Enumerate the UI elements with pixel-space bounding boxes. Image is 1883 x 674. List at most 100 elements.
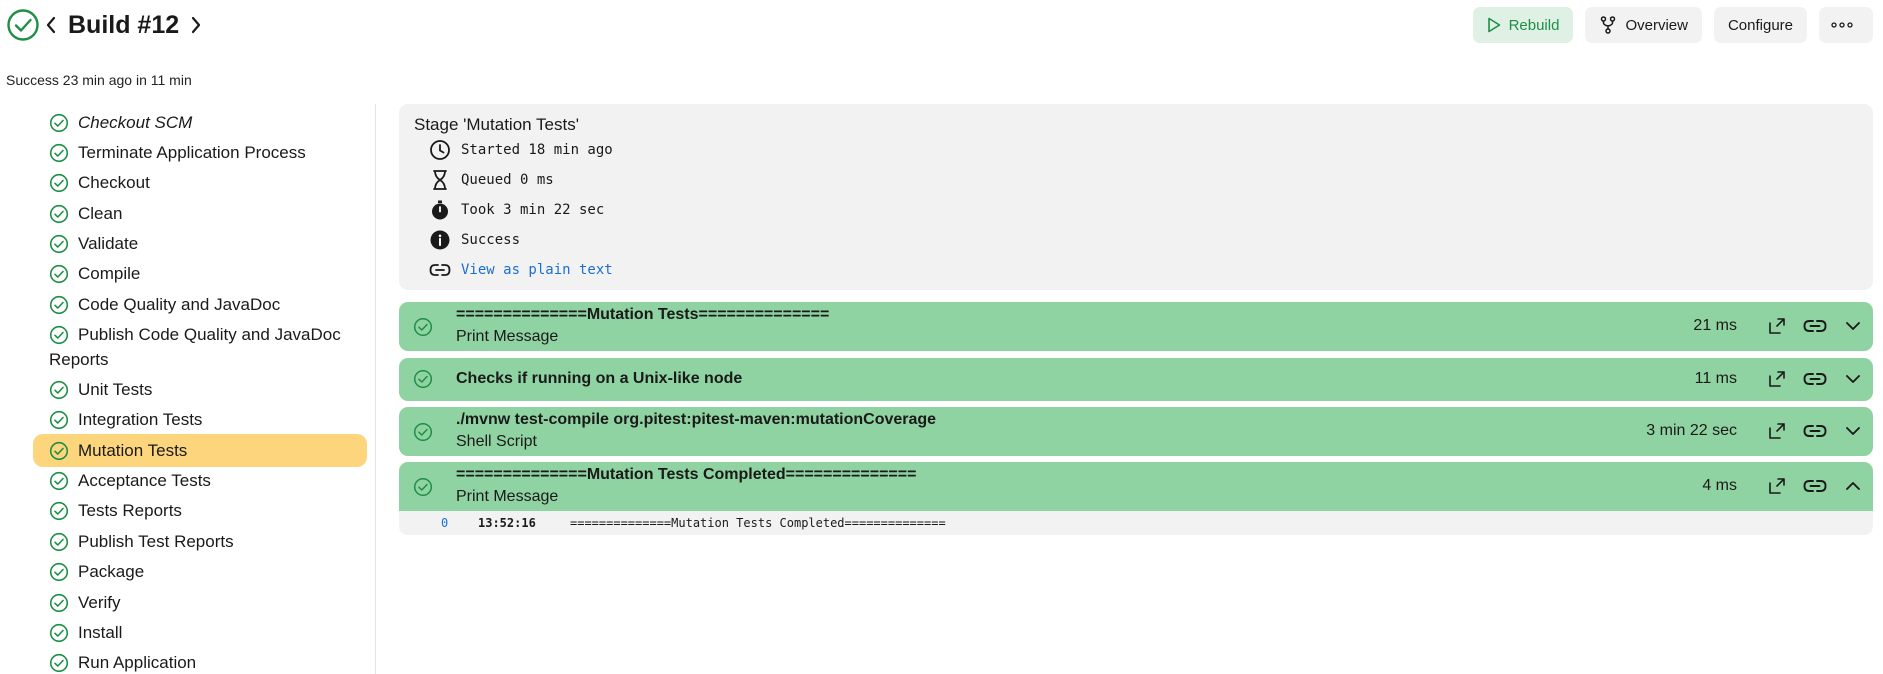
stage-info-panel: Stage 'Mutation Tests' Started 18 min ag… (399, 104, 1873, 290)
stage-item-publish-test-reports[interactable]: Publish Test Reports (33, 525, 367, 558)
toggle-step-button[interactable] (1841, 474, 1865, 498)
more-options-button[interactable] (1819, 7, 1873, 43)
next-build-button[interactable] (185, 11, 207, 39)
step-type: Print Message (456, 328, 559, 345)
copy-link-button[interactable] (1803, 314, 1827, 338)
stage-item-clean[interactable]: Clean (33, 197, 367, 230)
build-header: Build #12 Rebuild Overview Configure (0, 0, 1883, 60)
view-plain-text-link[interactable]: View as plain text (461, 262, 613, 278)
stage-item-unit-tests[interactable]: Unit Tests (33, 373, 367, 406)
status-row: Success (429, 229, 520, 251)
stage-item-acceptance-tests[interactable]: Acceptance Tests (33, 464, 367, 497)
took-text: Took 3 min 22 sec (461, 202, 605, 218)
stage-item-validate[interactable]: Validate (33, 227, 367, 260)
stage-item-checkout[interactable]: Checkout (33, 166, 367, 199)
log-timestamp: 13:52:16 (478, 516, 536, 530)
stage-item-compile[interactable]: Compile (33, 257, 367, 290)
success-check-icon (7, 9, 39, 41)
chevron-down-icon (1846, 375, 1860, 383)
success-check-icon (413, 477, 433, 497)
stage-label: Verify (78, 593, 121, 612)
success-check-icon (49, 653, 69, 673)
log-message: ==============Mutation Tests Completed==… (570, 516, 946, 530)
stage-item-package[interactable]: Package (33, 555, 367, 588)
open-log-button[interactable] (1765, 367, 1789, 391)
link-icon (1803, 320, 1827, 332)
stage-item-checkout-scm[interactable]: Checkout SCM (33, 106, 367, 139)
took-row: Took 3 min 22 sec (429, 199, 604, 221)
stage-item-install[interactable]: Install (33, 616, 367, 649)
queued-row: Queued 0 ms (429, 169, 554, 191)
open-log-button[interactable] (1765, 474, 1789, 498)
toggle-step-button[interactable] (1841, 314, 1865, 338)
success-check-icon (49, 143, 69, 163)
stage-item-code-quality-and-javadoc[interactable]: Code Quality and JavaDoc (33, 288, 367, 321)
stage-list: Checkout SCM Terminate Application Proce… (0, 104, 376, 674)
log-line-number[interactable]: 0 (441, 516, 448, 530)
success-check-icon (49, 623, 69, 643)
step-row[interactable]: ==============Mutation Tests Completed==… (399, 462, 1873, 511)
toggle-step-button[interactable] (1841, 419, 1865, 443)
rebuild-button[interactable]: Rebuild (1472, 7, 1574, 43)
step-type: Shell Script (456, 433, 537, 450)
git-branch-icon (1601, 16, 1616, 34)
stage-item-integration-tests[interactable]: Integration Tests (33, 403, 367, 436)
stage-label: Install (78, 623, 123, 642)
open-log-button[interactable] (1765, 419, 1789, 443)
expand-icon (1769, 371, 1785, 387)
step-row[interactable]: ./mvnw test-compile org.pitest:pitest-ma… (399, 407, 1873, 456)
step-tools (1765, 367, 1865, 391)
stage-label: Acceptance Tests (78, 471, 211, 490)
info-icon (429, 229, 451, 251)
stage-label: Publish Code Quality and JavaDoc Reports (49, 325, 341, 369)
expand-icon (1769, 423, 1785, 439)
stage-label: Run Application (78, 653, 197, 672)
success-check-icon (49, 501, 69, 521)
step-duration: 11 ms (1694, 370, 1737, 387)
copy-link-button[interactable] (1803, 419, 1827, 443)
stage-label: Checkout SCM (78, 113, 193, 132)
configure-button[interactable]: Configure (1713, 7, 1807, 43)
chevron-right-icon (192, 16, 201, 34)
stage-label: Package (78, 562, 145, 581)
success-check-icon (49, 113, 69, 133)
stage-item-mutation-tests[interactable]: Mutation Tests (33, 434, 367, 467)
build-status-summary: Success 23 min ago in 11 min (6, 72, 192, 88)
step-tools (1765, 474, 1865, 498)
chevron-up-icon (1846, 482, 1860, 490)
stage-label: Code Quality and JavaDoc (78, 295, 281, 314)
link-icon (1803, 373, 1827, 385)
open-log-button[interactable] (1765, 314, 1789, 338)
step-row[interactable]: ==============Mutation Tests============… (399, 302, 1873, 351)
step-title: ./mvnw test-compile org.pitest:pitest-ma… (456, 411, 937, 428)
stage-item-verify[interactable]: Verify (33, 586, 367, 619)
stage-item-tests-reports[interactable]: Tests Reports (33, 494, 367, 527)
overview-label: Overview (1625, 16, 1688, 34)
step-type: Print Message (456, 488, 559, 505)
chevron-down-icon (1846, 427, 1860, 435)
success-check-icon (413, 422, 433, 442)
step-title: ==============Mutation Tests============… (456, 306, 830, 323)
step-title: ==============Mutation Tests Completed==… (456, 466, 917, 483)
chevron-down-icon (1846, 322, 1860, 330)
copy-link-button[interactable] (1803, 474, 1827, 498)
toggle-step-button[interactable] (1841, 367, 1865, 391)
plain-text-row: View as plain text (429, 259, 613, 281)
copy-link-button[interactable] (1803, 367, 1827, 391)
success-check-icon (49, 562, 69, 582)
chevron-left-icon (46, 16, 56, 34)
stage-item-terminate-application-process[interactable]: Terminate Application Process (33, 136, 367, 169)
stage-item-run-application[interactable]: Run Application (33, 646, 367, 674)
previous-build-button[interactable] (40, 11, 62, 39)
step-duration: 3 min 22 sec (1646, 422, 1737, 439)
started-row: Started 18 min ago (429, 139, 613, 161)
expand-icon (1769, 478, 1785, 494)
stage-item-publish-code-quality-and-javadoc-reports[interactable]: Publish Code Quality and JavaDoc Reports (33, 318, 367, 376)
stage-label: Publish Test Reports (78, 532, 234, 551)
step-row[interactable]: Checks if running on a Unix-like node 11… (399, 358, 1873, 401)
title-bar: Build #12 (6, 8, 207, 42)
success-check-icon (413, 369, 433, 389)
step-tools (1765, 314, 1865, 338)
overview-button[interactable]: Overview (1585, 7, 1702, 43)
stage-title: Stage 'Mutation Tests' (414, 115, 579, 134)
